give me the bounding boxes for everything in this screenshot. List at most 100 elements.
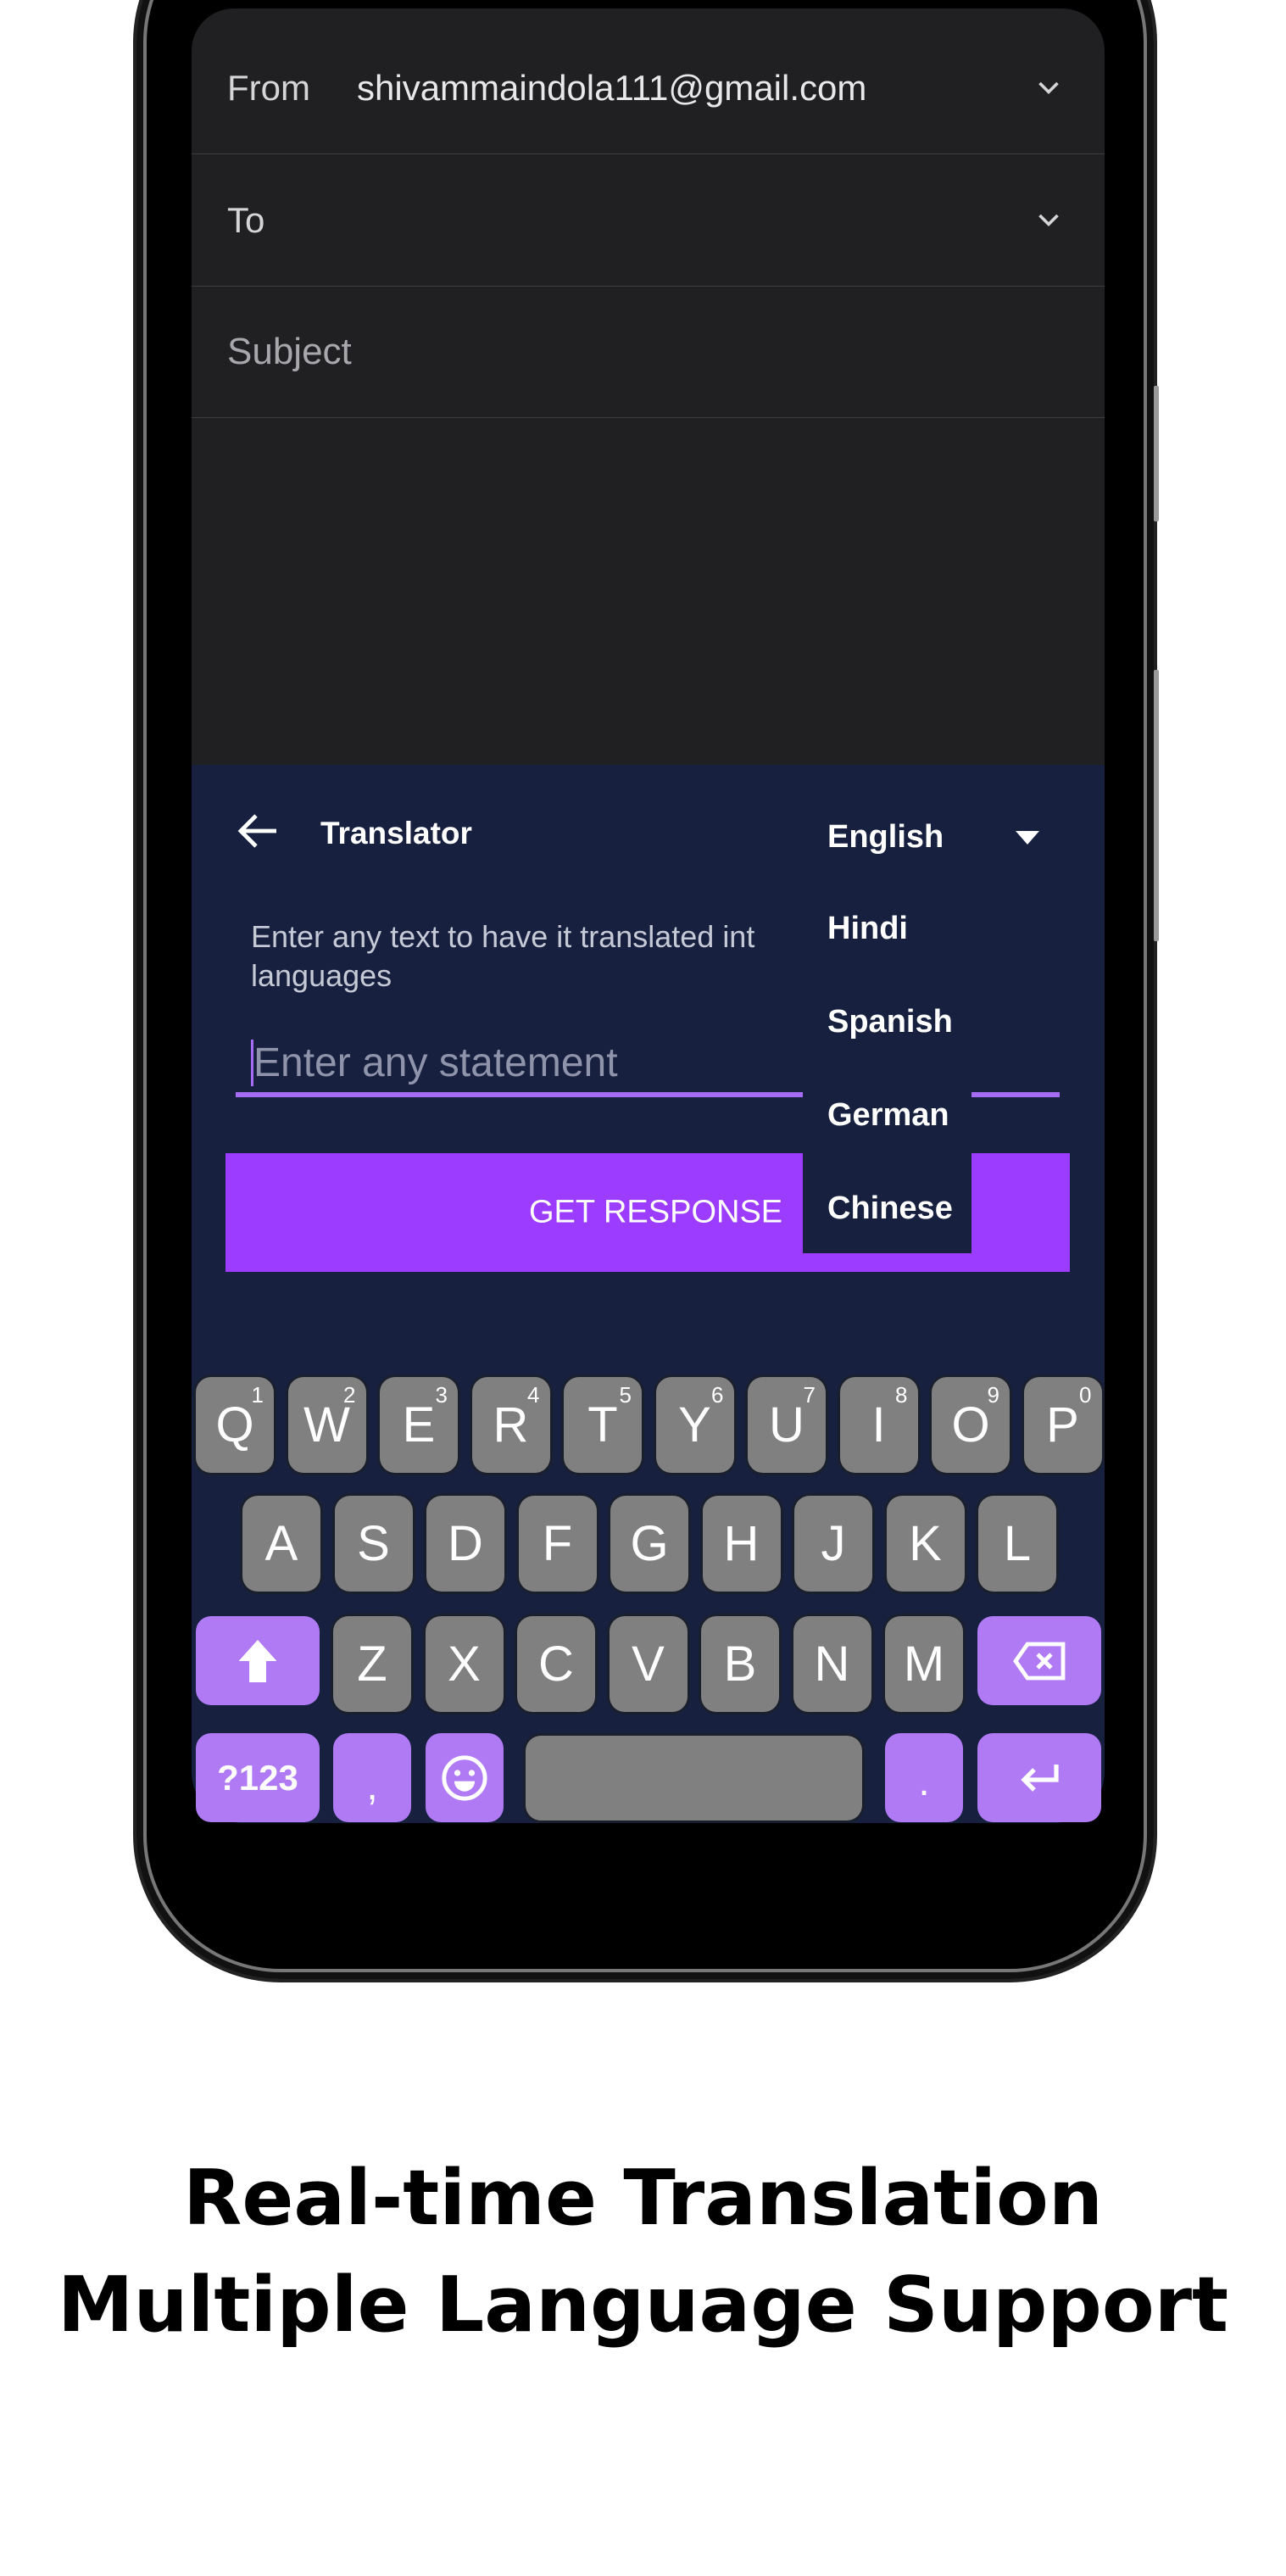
key-letter: U	[769, 1397, 804, 1452]
shift-key[interactable]	[196, 1616, 320, 1705]
key-letter: Z	[357, 1636, 387, 1692]
translator-title: Translator	[320, 816, 472, 850]
key-j[interactable]: J	[794, 1496, 872, 1592]
volume-button	[1154, 386, 1159, 521]
emoji-key[interactable]	[426, 1733, 504, 1822]
symbols-label: ?123	[217, 1757, 298, 1798]
key-v[interactable]: V	[609, 1616, 688, 1712]
key-f[interactable]: F	[518, 1496, 597, 1592]
power-button	[1154, 670, 1159, 941]
compose-email: From shivammaindola111@gmail.com To Subj…	[192, 8, 1105, 765]
key-letter: D	[448, 1516, 483, 1571]
key-letter: O	[951, 1397, 990, 1452]
key-number-hint: 4	[527, 1382, 540, 1408]
emoji-icon	[442, 1754, 487, 1801]
key-b[interactable]: B	[701, 1616, 779, 1712]
key-letter: I	[871, 1397, 886, 1452]
subject-field[interactable]: Subject	[192, 286, 1105, 418]
key-letter: V	[632, 1636, 665, 1692]
key-d[interactable]: D	[426, 1496, 504, 1592]
key-l[interactable]: L	[978, 1496, 1056, 1592]
key-m[interactable]: M	[885, 1616, 963, 1712]
key-letter: Q	[215, 1397, 254, 1452]
key-letter: P	[1046, 1397, 1079, 1452]
key-letter: J	[821, 1516, 846, 1571]
key-p[interactable]: P0	[1023, 1377, 1102, 1473]
comma-key[interactable]: ,	[333, 1733, 411, 1822]
key-o[interactable]: O9	[932, 1377, 1010, 1473]
to-row[interactable]: To	[192, 154, 1105, 287]
period-key[interactable]: .	[885, 1733, 963, 1822]
language-option-german[interactable]: German	[827, 1097, 949, 1134]
shift-arrow-icon	[238, 1639, 277, 1682]
language-option-hindi[interactable]: Hindi	[827, 911, 908, 947]
caption-line2: Multiple Language Support	[57, 2261, 1229, 2350]
key-letter: A	[264, 1516, 298, 1571]
dropdown-arrow-icon[interactable]	[1016, 831, 1039, 845]
key-t[interactable]: T5	[564, 1377, 642, 1473]
key-x[interactable]: X	[425, 1616, 504, 1712]
key-letter: B	[723, 1636, 757, 1692]
key-letter: H	[723, 1516, 760, 1571]
from-row[interactable]: From shivammaindola111@gmail.com	[192, 22, 1105, 154]
key-letter: E	[402, 1397, 436, 1452]
description-line2: languages	[251, 958, 392, 993]
key-number-hint: 6	[711, 1382, 724, 1408]
key-letter: L	[1003, 1516, 1032, 1571]
chevron-down-icon[interactable]	[1033, 73, 1064, 103]
language-select[interactable]: English	[827, 819, 944, 856]
subject-placeholder: Subject	[227, 330, 352, 372]
chevron-down-icon[interactable]	[1033, 205, 1064, 236]
key-number-hint: 1	[251, 1382, 264, 1408]
description-line1: Enter any text to have it translated int	[251, 919, 761, 954]
key-letter: N	[814, 1636, 850, 1692]
key-r[interactable]: R4	[471, 1377, 550, 1473]
key-letter: G	[630, 1516, 669, 1571]
key-h[interactable]: H	[702, 1496, 781, 1592]
key-letter: C	[538, 1636, 574, 1692]
to-label: To	[227, 199, 265, 240]
key-letter: K	[909, 1516, 942, 1571]
key-a[interactable]: A	[242, 1496, 320, 1592]
key-e[interactable]: E3	[380, 1377, 458, 1473]
key-c[interactable]: C	[517, 1616, 595, 1712]
language-option-chinese[interactable]: Chinese	[827, 1190, 953, 1227]
from-value: shivammaindola111@gmail.com	[357, 67, 867, 108]
key-y[interactable]: Y6	[655, 1377, 734, 1473]
key-letter: S	[357, 1516, 390, 1571]
key-k[interactable]: K	[886, 1496, 965, 1592]
comma-label: ,	[366, 1764, 378, 1809]
backspace-icon	[1013, 1642, 1066, 1680]
key-q[interactable]: Q1	[196, 1377, 274, 1473]
key-number-hint: 2	[343, 1382, 356, 1408]
key-g[interactable]: G	[610, 1496, 688, 1592]
key-number-hint: 3	[435, 1382, 448, 1408]
key-number-hint: 0	[1079, 1382, 1092, 1408]
button-label: GET RESPONSE	[529, 1194, 783, 1230]
backspace-key[interactable]	[977, 1616, 1101, 1705]
period-label: .	[918, 1759, 930, 1804]
key-number-hint: 8	[895, 1382, 908, 1408]
enter-key[interactable]	[977, 1733, 1101, 1822]
caption-line1: Real-time Translation	[183, 2154, 1103, 2243]
key-letter: M	[903, 1636, 945, 1692]
key-letter: X	[448, 1636, 481, 1692]
key-letter: T	[587, 1397, 618, 1452]
language-option-spanish[interactable]: Spanish	[827, 1004, 953, 1040]
back-arrow-icon[interactable]	[236, 812, 280, 850]
key-z[interactable]: Z	[333, 1616, 411, 1712]
key-number-hint: 9	[987, 1382, 999, 1408]
key-s[interactable]: S	[334, 1496, 413, 1592]
key-number-hint: 7	[803, 1382, 816, 1408]
space-key[interactable]	[526, 1736, 862, 1820]
key-u[interactable]: U7	[748, 1377, 826, 1473]
symbols-key[interactable]: ?123	[196, 1733, 320, 1822]
input-placeholder: Enter any statement	[251, 1040, 618, 1086]
key-number-hint: 5	[619, 1382, 632, 1408]
key-i[interactable]: I8	[839, 1377, 918, 1473]
key-w[interactable]: W2	[287, 1377, 366, 1473]
key-letter: Y	[678, 1397, 711, 1452]
enter-icon	[1021, 1764, 1059, 1792]
from-label: From	[227, 67, 310, 108]
key-n[interactable]: N	[793, 1616, 871, 1712]
